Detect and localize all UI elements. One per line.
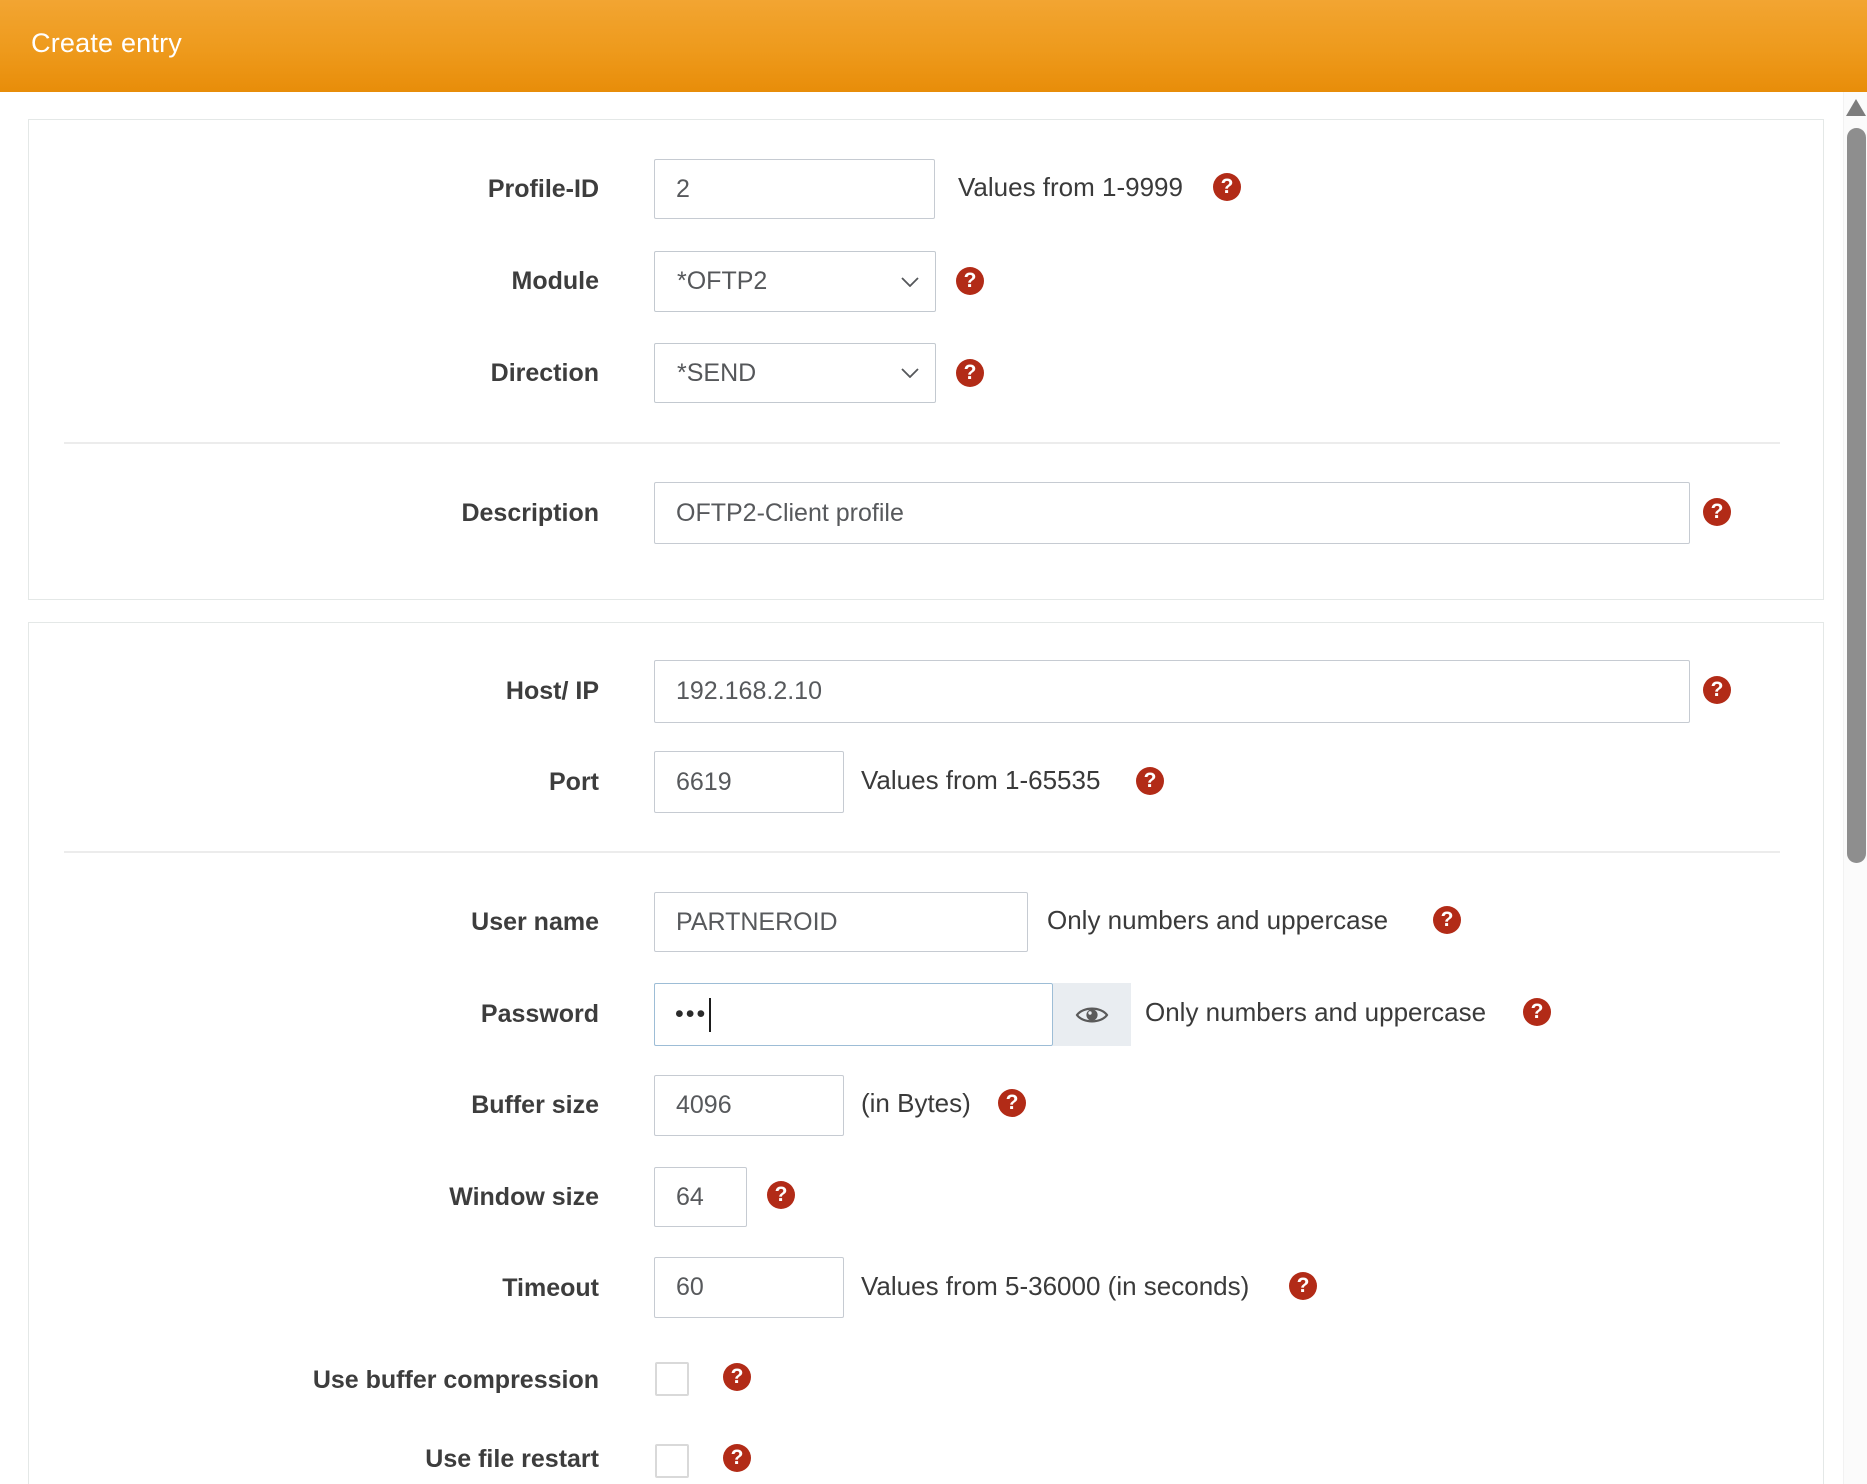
use-file-restart-label: Use file restart	[425, 1442, 599, 1476]
toggle-password-visibility-button[interactable]	[1053, 983, 1131, 1046]
profile-id-label: Profile-ID	[488, 172, 599, 206]
text-caret	[709, 998, 711, 1032]
page-header: Create entry	[0, 0, 1867, 92]
create-entry-page: Create entry Profile-ID Values from 1-99…	[0, 0, 1867, 1484]
use-file-restart-checkbox[interactable]	[655, 1444, 689, 1478]
help-icon[interactable]: ?	[1433, 906, 1461, 934]
user-name-label: User name	[471, 905, 599, 939]
eye-icon	[1075, 1004, 1109, 1026]
direction-select-value: *SEND	[677, 359, 756, 388]
profile-id-input[interactable]	[654, 159, 935, 219]
help-icon[interactable]: ?	[998, 1089, 1026, 1117]
help-icon[interactable]: ?	[723, 1444, 751, 1472]
help-icon[interactable]: ?	[1523, 998, 1551, 1026]
direction-label: Direction	[491, 356, 599, 390]
port-input[interactable]	[654, 751, 844, 813]
password-hint: Only numbers and uppercase	[1145, 995, 1486, 1029]
help-icon[interactable]: ?	[767, 1181, 795, 1209]
scrollbar-up-arrow[interactable]	[1846, 99, 1866, 116]
timeout-label: Timeout	[502, 1271, 599, 1305]
use-buffer-compression-label: Use buffer compression	[313, 1363, 599, 1397]
module-select-value: *OFTP2	[677, 267, 767, 296]
buffer-size-input[interactable]	[654, 1075, 844, 1136]
description-input[interactable]	[654, 482, 1690, 544]
host-ip-input[interactable]	[654, 660, 1690, 723]
window-size-input[interactable]	[654, 1167, 747, 1227]
host-ip-label: Host/ IP	[506, 674, 599, 708]
module-select[interactable]: *OFTP2	[654, 251, 936, 312]
password-label: Password	[481, 997, 599, 1031]
help-icon[interactable]: ?	[956, 267, 984, 295]
module-label: Module	[512, 264, 600, 298]
help-icon[interactable]: ?	[1289, 1272, 1317, 1300]
use-buffer-compression-checkbox[interactable]	[655, 1362, 689, 1396]
window-size-label: Window size	[449, 1180, 599, 1214]
help-icon[interactable]: ?	[1703, 676, 1731, 704]
port-hint: Values from 1-65535	[861, 763, 1100, 797]
help-icon[interactable]: ?	[956, 359, 984, 387]
help-icon[interactable]: ?	[723, 1363, 751, 1391]
user-name-input[interactable]	[654, 892, 1028, 952]
timeout-input[interactable]	[654, 1257, 844, 1318]
description-label: Description	[461, 496, 599, 530]
chevron-down-icon	[901, 277, 919, 287]
direction-select[interactable]: *SEND	[654, 343, 936, 403]
connection-settings-card	[28, 622, 1824, 1484]
help-icon[interactable]: ?	[1136, 767, 1164, 795]
user-name-hint: Only numbers and uppercase	[1047, 903, 1388, 937]
timeout-hint: Values from 5-36000 (in seconds)	[861, 1269, 1249, 1303]
password-input[interactable]: •••	[654, 983, 1053, 1046]
scrollbar-thumb[interactable]	[1847, 128, 1866, 863]
divider	[64, 442, 1780, 444]
page-title: Create entry	[31, 28, 182, 59]
buffer-size-hint: (in Bytes)	[861, 1086, 971, 1120]
help-icon[interactable]: ?	[1213, 173, 1241, 201]
port-label: Port	[549, 765, 599, 799]
buffer-size-label: Buffer size	[471, 1088, 599, 1122]
password-masked-value: •••	[675, 1000, 707, 1029]
help-icon[interactable]: ?	[1703, 498, 1731, 526]
profile-id-hint: Values from 1-9999	[958, 170, 1183, 204]
divider	[64, 851, 1780, 853]
chevron-down-icon	[901, 368, 919, 378]
